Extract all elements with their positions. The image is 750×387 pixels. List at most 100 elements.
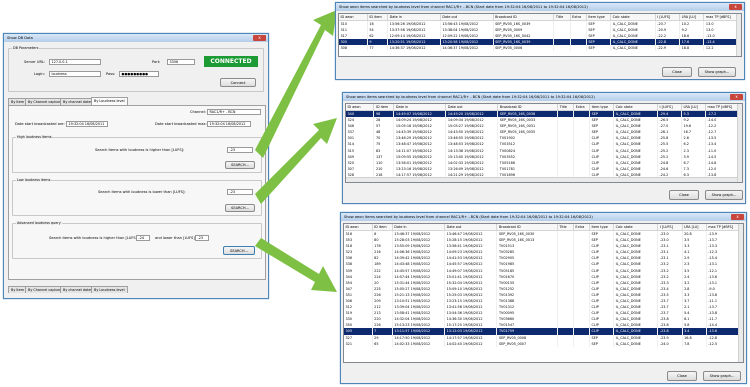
results-advanced-title: Show aeon items searched by loudness lev… [344, 215, 593, 219]
high-loudness-input[interactable]: -23 [227, 147, 253, 153]
results-low-graph-button[interactable]: Show graph... [705, 190, 743, 200]
table-cell: 7.8 [682, 340, 707, 347]
low-loudness-search-button[interactable]: SEARCH... [225, 204, 255, 212]
port-label: Port: [152, 60, 161, 64]
results-advanced-close-label: Close [677, 374, 687, 378]
bottom-tab-by-loudness-level[interactable]: By Loudness level [91, 286, 128, 293]
table-cell: 321 [344, 340, 373, 347]
db-parameters-label: DB Parameters [12, 46, 40, 50]
high-loudness-search-button[interactable]: SEARCH... [225, 161, 255, 169]
results-low-title: Show aeon items searched by loudness lev… [346, 95, 595, 99]
results-low-hscrollbar[interactable] [346, 177, 737, 182]
results-high-title-bar: Show aeon items searched by loudness lev… [336, 3, 744, 11]
results-window-high: Show aeon items searched by loudness lev… [335, 2, 745, 80]
advanced-higher-input[interactable]: -24 [136, 235, 150, 241]
high-loudness-query: Search items with loudness is higher tha… [95, 148, 185, 152]
login-input[interactable]: loudness [49, 71, 101, 77]
high-loudness-label: High loudness items [16, 135, 53, 139]
main-window: Show DB Data x DB Parameters Server URL:… [3, 33, 269, 299]
low-loudness-input[interactable]: -23 [227, 189, 253, 195]
low-search-label: SEARCH... [231, 206, 249, 210]
connect-button[interactable]: Connect [220, 78, 256, 87]
table-row[interactable]: 308 77 14:36:37 19/08/2012 14:36:37 19/08/2… [339, 45, 741, 52]
loudness-tab-panel: Channel: RAC1/R+ - BCN Date start broadc… [8, 105, 266, 280]
results-low-scrollbar[interactable] [737, 104, 742, 182]
results-window-low: Show aeon items searched by loudness lev… [342, 92, 746, 204]
results-low-close-icon[interactable]: x [730, 94, 743, 100]
date-start-label: Date start broadcasted are: [15, 122, 65, 126]
table-cell: 77 [367, 45, 389, 52]
table-cell: 14:02:40 19/08/2012 [444, 340, 498, 347]
server-url-input[interactable]: 127.0.0.1 [49, 59, 101, 65]
table-cell: IL_CALC_DONE [613, 340, 659, 347]
table-cell [573, 340, 591, 347]
pass-label: Pass: [106, 72, 116, 76]
results-high-title: Show aeon items searched by loudness lev… [339, 5, 588, 9]
table-cell: 65 [372, 340, 393, 347]
results-high-table[interactable]: ID aeon ID item Date in Date out Broadcast I… [338, 13, 742, 57]
table-cell: SEP [589, 340, 615, 347]
results-window-advanced: Show aeon items searched by loudness lev… [340, 212, 747, 384]
date-start-input[interactable]: 19:32:04 16/08/2011 [66, 121, 108, 127]
advanced-query-text-1: Search items with loudness is higher tha… [49, 236, 139, 240]
results-advanced-title-bar: Show aeon items searched by loudness lev… [341, 213, 746, 221]
table-cell: IL_CALC_DONE [610, 45, 656, 52]
table-cell: SEP_RV05_0006 [493, 45, 555, 52]
results-low-title-bar: Show aeon items searched by loudness lev… [343, 93, 745, 101]
results-high-graph-label: Show graph... [704, 70, 730, 74]
advanced-lower-input[interactable]: -23 [195, 235, 209, 241]
bottom-tabs: By Item By Channel captures By channel d… [8, 286, 266, 294]
results-low-close-label: Close [679, 193, 689, 197]
results-low-table[interactable]: ID aeon ID item Date in Date out Broadcast I… [345, 103, 743, 183]
results-high-grid: ID aeon ID item Date in Date out Broadcast I… [339, 14, 741, 52]
main-window-title: Show DB Data [7, 36, 33, 40]
table-cell: 14:02:33 19/08/2012 [392, 340, 446, 347]
low-loudness-query: Search items with loudness is lower than… [98, 190, 186, 194]
results-low-graph-label: Show graph... [711, 193, 737, 197]
tab-by-loudness-level[interactable]: By Loudness level [91, 97, 128, 105]
port-input[interactable]: 3306 [167, 59, 195, 65]
table-cell: 14:36:37 19/08/2012 [387, 45, 441, 52]
pass-input[interactable]: ●●●●●●●●● [119, 71, 159, 77]
results-low-grid: ID aeon ID item Date in Date out Broadcast I… [346, 104, 742, 178]
table-cell: -24.0 [657, 340, 683, 347]
login-label: Login: [34, 72, 45, 76]
table-cell [557, 340, 574, 347]
date-end-input[interactable]: 19:32:04 16/08/2012 [207, 121, 251, 127]
table-cell: SEP [586, 45, 612, 52]
advanced-search-label: SEARCH... [230, 248, 248, 253]
results-advanced-close-icon[interactable]: x [731, 214, 744, 220]
results-advanced-grid: ID aeon ID item Date in Date out Broadcast I… [344, 224, 743, 347]
table-row[interactable]: 321 65 14:02:33 19/08/2012 14:02:40 19/08/2… [344, 340, 743, 347]
results-high-graph-button[interactable]: Show graph... [698, 67, 736, 77]
results-high-close-icon[interactable]: x [729, 4, 742, 10]
table-cell [553, 45, 571, 52]
results-advanced-graph-button[interactable]: Show graph... [703, 371, 741, 381]
advanced-search-button[interactable]: SEARCH... [223, 246, 255, 255]
connect-button-label: Connect [230, 80, 246, 85]
server-url-label: Server URL: [24, 60, 46, 64]
table-cell: 308 [339, 45, 368, 52]
table-cell: -22.9 [655, 45, 681, 52]
results-high-close-label: Close [672, 70, 682, 74]
connection-status: CONNECTED [204, 56, 258, 67]
high-search-label: SEARCH... [231, 163, 249, 167]
advanced-query-label: Advanced loudness query [16, 221, 62, 225]
results-advanced-graph-label: Show graph... [709, 374, 735, 378]
results-low-close-button[interactable]: Close [669, 190, 699, 200]
results-advanced-scrollbar[interactable] [738, 224, 743, 362]
table-cell: 18.8 [679, 45, 705, 52]
arrow-to-low-results [255, 118, 337, 204]
results-advanced-close-button[interactable]: Close [667, 371, 697, 381]
results-advanced-table[interactable]: ID aeon ID item Date in Date out Broadcast I… [343, 223, 744, 363]
arrow-to-advanced-results [255, 238, 337, 292]
results-high-close-button[interactable]: Close [662, 67, 692, 77]
table-cell [570, 45, 587, 52]
results-high-scrollbar[interactable] [736, 14, 741, 56]
main-title-bar: Show DB Data x [4, 34, 268, 42]
channel-select[interactable]: RAC1/R+ - BCN [207, 109, 261, 115]
table-cell: 12.2 [703, 45, 741, 52]
table-cell: SEP_RV05_0007 [496, 340, 558, 347]
connection-status-text: CONNECTED [210, 58, 252, 65]
low-loudness-label: Low loudness items [16, 178, 52, 182]
